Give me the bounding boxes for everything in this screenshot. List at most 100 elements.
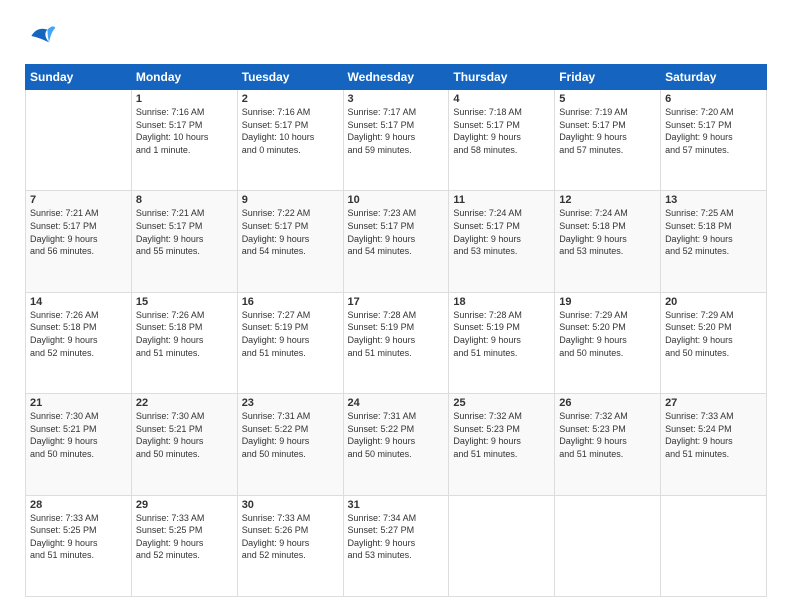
calendar-cell: 18Sunrise: 7:28 AM Sunset: 5:19 PM Dayli…	[449, 292, 555, 393]
day-info: Sunrise: 7:33 AM Sunset: 5:25 PM Dayligh…	[136, 512, 233, 562]
calendar-cell: 5Sunrise: 7:19 AM Sunset: 5:17 PM Daylig…	[555, 90, 661, 191]
calendar-cell: 20Sunrise: 7:29 AM Sunset: 5:20 PM Dayli…	[661, 292, 767, 393]
calendar-cell: 30Sunrise: 7:33 AM Sunset: 5:26 PM Dayli…	[237, 495, 343, 596]
page: SundayMondayTuesdayWednesdayThursdayFrid…	[0, 0, 792, 612]
calendar-cell: 14Sunrise: 7:26 AM Sunset: 5:18 PM Dayli…	[26, 292, 132, 393]
header-day-sunday: Sunday	[26, 65, 132, 90]
calendar-cell: 12Sunrise: 7:24 AM Sunset: 5:18 PM Dayli…	[555, 191, 661, 292]
calendar-table: SundayMondayTuesdayWednesdayThursdayFrid…	[25, 64, 767, 597]
header-day-monday: Monday	[131, 65, 237, 90]
calendar-body: 1Sunrise: 7:16 AM Sunset: 5:17 PM Daylig…	[26, 90, 767, 597]
day-number: 26	[559, 397, 656, 409]
day-info: Sunrise: 7:32 AM Sunset: 5:23 PM Dayligh…	[453, 410, 550, 460]
day-info: Sunrise: 7:24 AM Sunset: 5:17 PM Dayligh…	[453, 207, 550, 257]
day-info: Sunrise: 7:21 AM Sunset: 5:17 PM Dayligh…	[136, 207, 233, 257]
day-number: 25	[453, 397, 550, 409]
day-info: Sunrise: 7:29 AM Sunset: 5:20 PM Dayligh…	[665, 309, 762, 359]
day-info: Sunrise: 7:31 AM Sunset: 5:22 PM Dayligh…	[242, 410, 339, 460]
calendar-cell: 24Sunrise: 7:31 AM Sunset: 5:22 PM Dayli…	[343, 394, 449, 495]
day-number: 8	[136, 194, 233, 206]
calendar-cell: 3Sunrise: 7:17 AM Sunset: 5:17 PM Daylig…	[343, 90, 449, 191]
day-number: 1	[136, 93, 233, 105]
day-number: 7	[30, 194, 127, 206]
day-number: 23	[242, 397, 339, 409]
day-number: 16	[242, 296, 339, 308]
day-number: 29	[136, 499, 233, 511]
calendar-cell: 22Sunrise: 7:30 AM Sunset: 5:21 PM Dayli…	[131, 394, 237, 495]
day-number: 9	[242, 194, 339, 206]
day-info: Sunrise: 7:17 AM Sunset: 5:17 PM Dayligh…	[348, 106, 445, 156]
day-info: Sunrise: 7:21 AM Sunset: 5:17 PM Dayligh…	[30, 207, 127, 257]
day-number: 14	[30, 296, 127, 308]
logo-icon	[25, 20, 57, 52]
day-info: Sunrise: 7:26 AM Sunset: 5:18 PM Dayligh…	[136, 309, 233, 359]
week-row-4: 28Sunrise: 7:33 AM Sunset: 5:25 PM Dayli…	[26, 495, 767, 596]
day-number: 3	[348, 93, 445, 105]
day-number: 22	[136, 397, 233, 409]
day-number: 27	[665, 397, 762, 409]
week-row-1: 7Sunrise: 7:21 AM Sunset: 5:17 PM Daylig…	[26, 191, 767, 292]
calendar-cell: 28Sunrise: 7:33 AM Sunset: 5:25 PM Dayli…	[26, 495, 132, 596]
day-number: 13	[665, 194, 762, 206]
day-info: Sunrise: 7:34 AM Sunset: 5:27 PM Dayligh…	[348, 512, 445, 562]
day-info: Sunrise: 7:33 AM Sunset: 5:25 PM Dayligh…	[30, 512, 127, 562]
calendar-cell: 10Sunrise: 7:23 AM Sunset: 5:17 PM Dayli…	[343, 191, 449, 292]
day-info: Sunrise: 7:16 AM Sunset: 5:17 PM Dayligh…	[136, 106, 233, 156]
calendar-cell: 29Sunrise: 7:33 AM Sunset: 5:25 PM Dayli…	[131, 495, 237, 596]
header-day-saturday: Saturday	[661, 65, 767, 90]
day-info: Sunrise: 7:31 AM Sunset: 5:22 PM Dayligh…	[348, 410, 445, 460]
calendar-cell: 26Sunrise: 7:32 AM Sunset: 5:23 PM Dayli…	[555, 394, 661, 495]
day-info: Sunrise: 7:33 AM Sunset: 5:26 PM Dayligh…	[242, 512, 339, 562]
day-number: 21	[30, 397, 127, 409]
day-info: Sunrise: 7:29 AM Sunset: 5:20 PM Dayligh…	[559, 309, 656, 359]
calendar-cell: 6Sunrise: 7:20 AM Sunset: 5:17 PM Daylig…	[661, 90, 767, 191]
day-info: Sunrise: 7:18 AM Sunset: 5:17 PM Dayligh…	[453, 106, 550, 156]
day-number: 19	[559, 296, 656, 308]
calendar-cell: 11Sunrise: 7:24 AM Sunset: 5:17 PM Dayli…	[449, 191, 555, 292]
day-number: 11	[453, 194, 550, 206]
day-number: 2	[242, 93, 339, 105]
calendar-cell: 21Sunrise: 7:30 AM Sunset: 5:21 PM Dayli…	[26, 394, 132, 495]
day-number: 6	[665, 93, 762, 105]
day-info: Sunrise: 7:28 AM Sunset: 5:19 PM Dayligh…	[453, 309, 550, 359]
calendar-cell	[555, 495, 661, 596]
day-info: Sunrise: 7:30 AM Sunset: 5:21 PM Dayligh…	[30, 410, 127, 460]
header-day-tuesday: Tuesday	[237, 65, 343, 90]
calendar-cell: 7Sunrise: 7:21 AM Sunset: 5:17 PM Daylig…	[26, 191, 132, 292]
logo	[25, 20, 61, 52]
header-day-thursday: Thursday	[449, 65, 555, 90]
day-info: Sunrise: 7:24 AM Sunset: 5:18 PM Dayligh…	[559, 207, 656, 257]
calendar-cell: 25Sunrise: 7:32 AM Sunset: 5:23 PM Dayli…	[449, 394, 555, 495]
day-info: Sunrise: 7:33 AM Sunset: 5:24 PM Dayligh…	[665, 410, 762, 460]
calendar-cell: 8Sunrise: 7:21 AM Sunset: 5:17 PM Daylig…	[131, 191, 237, 292]
day-number: 28	[30, 499, 127, 511]
calendar-header: SundayMondayTuesdayWednesdayThursdayFrid…	[26, 65, 767, 90]
calendar-cell: 17Sunrise: 7:28 AM Sunset: 5:19 PM Dayli…	[343, 292, 449, 393]
day-number: 15	[136, 296, 233, 308]
day-info: Sunrise: 7:23 AM Sunset: 5:17 PM Dayligh…	[348, 207, 445, 257]
week-row-0: 1Sunrise: 7:16 AM Sunset: 5:17 PM Daylig…	[26, 90, 767, 191]
day-info: Sunrise: 7:20 AM Sunset: 5:17 PM Dayligh…	[665, 106, 762, 156]
day-info: Sunrise: 7:32 AM Sunset: 5:23 PM Dayligh…	[559, 410, 656, 460]
header	[25, 20, 767, 52]
calendar-cell: 2Sunrise: 7:16 AM Sunset: 5:17 PM Daylig…	[237, 90, 343, 191]
day-info: Sunrise: 7:26 AM Sunset: 5:18 PM Dayligh…	[30, 309, 127, 359]
header-day-wednesday: Wednesday	[343, 65, 449, 90]
calendar-cell	[449, 495, 555, 596]
day-info: Sunrise: 7:22 AM Sunset: 5:17 PM Dayligh…	[242, 207, 339, 257]
calendar-cell: 4Sunrise: 7:18 AM Sunset: 5:17 PM Daylig…	[449, 90, 555, 191]
day-number: 10	[348, 194, 445, 206]
day-number: 24	[348, 397, 445, 409]
day-number: 31	[348, 499, 445, 511]
day-info: Sunrise: 7:30 AM Sunset: 5:21 PM Dayligh…	[136, 410, 233, 460]
day-info: Sunrise: 7:27 AM Sunset: 5:19 PM Dayligh…	[242, 309, 339, 359]
day-number: 20	[665, 296, 762, 308]
header-row: SundayMondayTuesdayWednesdayThursdayFrid…	[26, 65, 767, 90]
day-number: 18	[453, 296, 550, 308]
calendar-cell: 31Sunrise: 7:34 AM Sunset: 5:27 PM Dayli…	[343, 495, 449, 596]
day-info: Sunrise: 7:16 AM Sunset: 5:17 PM Dayligh…	[242, 106, 339, 156]
day-info: Sunrise: 7:25 AM Sunset: 5:18 PM Dayligh…	[665, 207, 762, 257]
calendar-cell: 16Sunrise: 7:27 AM Sunset: 5:19 PM Dayli…	[237, 292, 343, 393]
calendar-cell: 1Sunrise: 7:16 AM Sunset: 5:17 PM Daylig…	[131, 90, 237, 191]
day-number: 30	[242, 499, 339, 511]
